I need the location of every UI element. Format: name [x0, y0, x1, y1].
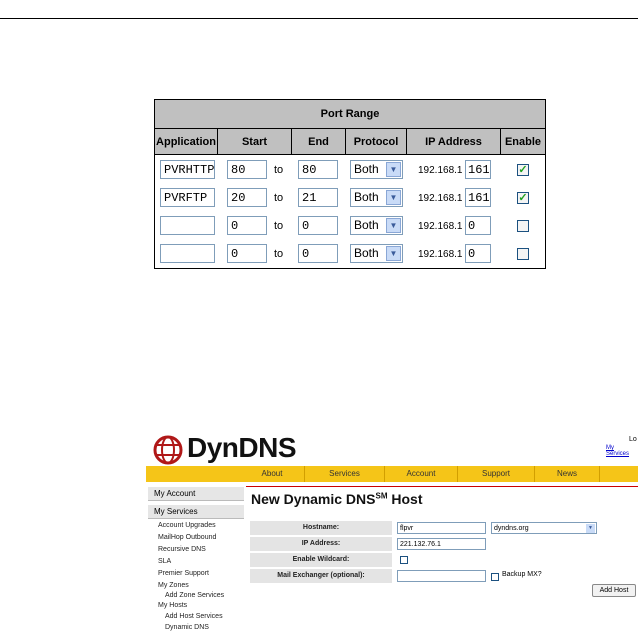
sidebar-item-sla[interactable]: SLA — [158, 558, 171, 565]
top-divider — [0, 18, 638, 19]
nav-support[interactable]: Support — [458, 466, 535, 482]
ip-prefix: 192.168.1 — [418, 193, 463, 204]
sidebar-item-recursive-dns[interactable]: Recursive DNS — [158, 546, 206, 553]
end-port-input[interactable]: 21 — [298, 188, 338, 207]
sidebar-item-my-zones[interactable]: My Zones — [158, 582, 189, 589]
port-range-title: Port Range — [155, 100, 545, 129]
protocol-select[interactable]: Both ▼ — [350, 160, 403, 179]
chevron-down-icon: ▼ — [386, 218, 401, 233]
domain-select[interactable]: dyndns.org ▼ — [491, 522, 597, 534]
start-port-input[interactable]: 0 — [227, 244, 267, 263]
page-title: New Dynamic DNSSM Host — [251, 491, 422, 507]
sidebar-my-services[interactable]: My Services — [148, 505, 244, 519]
mail-exchanger-input[interactable] — [397, 570, 486, 582]
mail-exchanger-label: Mail Exchanger (optional): — [250, 569, 392, 583]
sidebar: My Account My Services Account Upgrades … — [146, 485, 244, 636]
enable-checkbox[interactable] — [517, 220, 529, 232]
end-port-input[interactable]: 0 — [298, 216, 338, 235]
protocol-select[interactable]: Both ▼ — [350, 188, 403, 207]
end-port-input[interactable]: 0 — [298, 244, 338, 263]
protocol-value: Both — [354, 162, 379, 176]
sidebar-item-account-upgrades[interactable]: Account Upgrades — [158, 522, 216, 529]
application-input[interactable]: PVRHTTP — [160, 160, 215, 179]
ip-last-octet-input[interactable]: 0 — [465, 216, 491, 235]
ip-last-octet-input[interactable]: 0 — [465, 244, 491, 263]
sidebar-item-dynamic-dns[interactable]: Dynamic DNS — [165, 624, 209, 631]
dyndns-logo-text: DynDNS — [187, 432, 297, 463]
sidebar-item-add-zone-services[interactable]: Add Zone Services — [165, 592, 224, 599]
port-range-table: Port Range Application Start End Protoco… — [154, 99, 546, 269]
enable-checkbox[interactable]: ✓ — [517, 164, 529, 176]
login-link-fragment[interactable]: Lo — [629, 436, 637, 443]
sidebar-item-add-host-services[interactable]: Add Host Services — [165, 613, 223, 620]
col-protocol: Protocol — [346, 129, 407, 155]
sidebar-my-account[interactable]: My Account — [148, 487, 244, 501]
nav-bar: About Services Account Support News — [146, 466, 638, 482]
ip-prefix: 192.168.1 — [418, 249, 463, 260]
backup-mx-checkbox[interactable] — [491, 573, 499, 581]
col-end: End — [292, 129, 346, 155]
start-port-input[interactable]: 0 — [227, 216, 267, 235]
chevron-down-icon: ▼ — [386, 162, 401, 177]
chevron-down-icon: ▼ — [586, 524, 595, 533]
my-services-link[interactable]: My Services — [606, 445, 638, 457]
page-title-text: New Dynamic DNS — [251, 491, 376, 507]
nav-account[interactable]: Account — [385, 466, 458, 482]
ip-prefix: 192.168.1 — [418, 165, 463, 176]
start-port-input[interactable]: 80 — [227, 160, 267, 179]
ip-address-input[interactable]: 221.132.76.1 — [397, 538, 486, 550]
protocol-select[interactable]: Both ▼ — [350, 244, 403, 263]
sidebar-item-premier-support[interactable]: Premier Support — [158, 570, 209, 577]
hostname-label: Hostname: — [250, 521, 392, 535]
protocol-value: Both — [354, 218, 379, 232]
globe-logo-icon — [153, 435, 183, 465]
end-port-input[interactable]: 80 — [298, 160, 338, 179]
backup-mx-label: Backup MX? — [502, 571, 542, 578]
domain-value: dyndns.org — [494, 525, 529, 532]
start-port-input[interactable]: 20 — [227, 188, 267, 207]
wildcard-label: Enable Wildcard: — [250, 553, 392, 567]
ip-last-octet-input[interactable]: 161 — [465, 160, 491, 179]
ip-address-label: IP Address: — [250, 537, 392, 551]
sidebar-item-my-hosts[interactable]: My Hosts — [158, 602, 187, 609]
col-enable: Enable — [501, 129, 545, 155]
chevron-down-icon: ▼ — [386, 190, 401, 205]
wildcard-checkbox[interactable] — [400, 556, 408, 564]
col-ip-address: IP Address — [407, 129, 501, 155]
page-title-suffix: Host — [387, 491, 423, 507]
nav-services[interactable]: Services — [305, 466, 385, 482]
to-label: to — [274, 248, 284, 260]
col-start: Start — [218, 129, 292, 155]
enable-checkbox[interactable] — [517, 248, 529, 260]
col-application: Application — [155, 129, 218, 155]
chevron-down-icon: ▼ — [386, 246, 401, 261]
protocol-value: Both — [354, 246, 379, 260]
to-label: to — [274, 220, 284, 232]
protocol-select[interactable]: Both ▼ — [350, 216, 403, 235]
to-label: to — [274, 192, 284, 204]
hostname-input[interactable]: flpvr — [397, 522, 486, 534]
add-host-button[interactable]: Add Host — [592, 584, 636, 597]
ip-last-octet-input[interactable]: 161 — [465, 188, 491, 207]
application-input[interactable]: PVRFTP — [160, 188, 215, 207]
page-title-sup: SM — [375, 491, 388, 501]
dyndns-panel: DynDNS Lo My Services About Services Acc… — [146, 427, 638, 636]
application-input[interactable] — [160, 244, 215, 263]
to-label: to — [274, 164, 284, 176]
sidebar-item-mailhop-outbound[interactable]: MailHop Outbound — [158, 534, 216, 541]
nav-about[interactable]: About — [240, 466, 305, 482]
nav-news[interactable]: News — [535, 466, 600, 482]
protocol-value: Both — [354, 190, 379, 204]
application-input[interactable] — [160, 216, 215, 235]
ip-prefix: 192.168.1 — [418, 221, 463, 232]
enable-checkbox[interactable]: ✓ — [517, 192, 529, 204]
content-top-rule — [246, 486, 638, 487]
